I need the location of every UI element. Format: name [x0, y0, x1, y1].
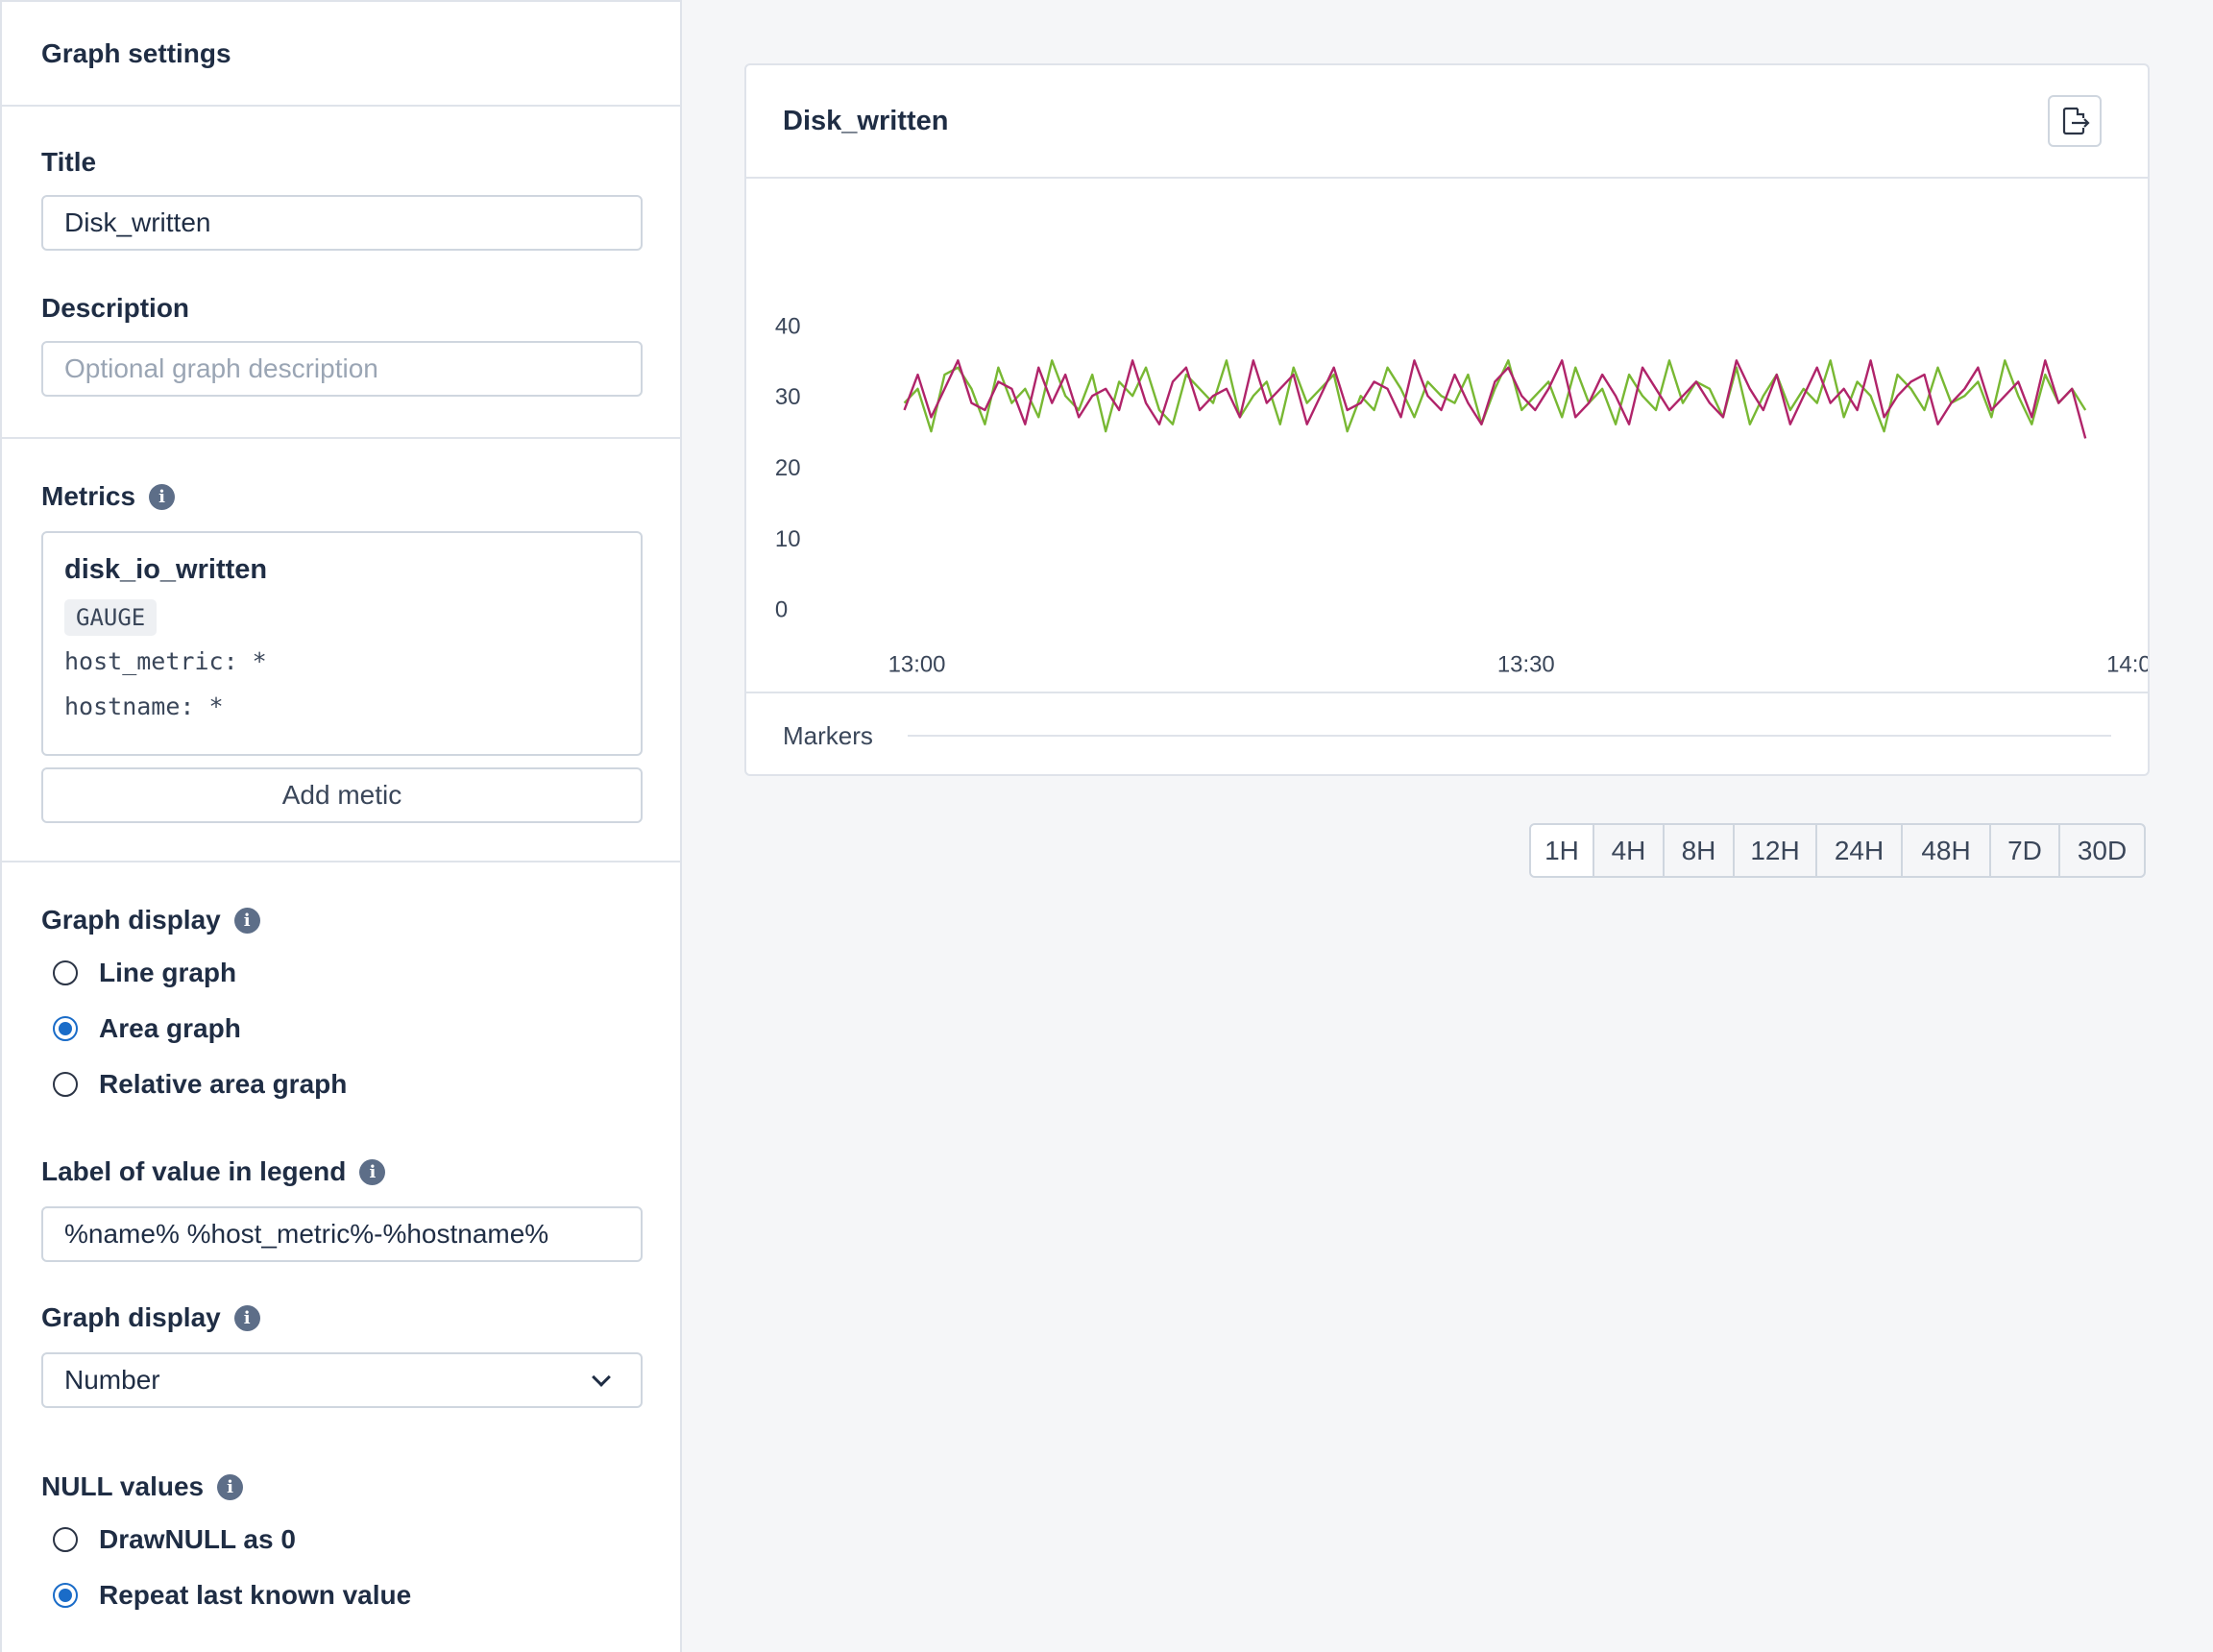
radio-button[interactable] [53, 960, 78, 985]
chevron-down-icon [592, 1368, 611, 1387]
radio-label: DrawNULL as 0 [99, 1524, 296, 1554]
y-tick-label: 0 [775, 597, 788, 623]
description-input[interactable]: Optional graph description [41, 341, 643, 397]
metrics-label-text: Metrics [41, 481, 136, 511]
range-button-24h[interactable]: 24H [1815, 825, 1901, 876]
y-tick-label: 10 [775, 526, 801, 552]
title-label: Title [41, 147, 97, 177]
legend-input[interactable]: %name% %host_metric%-%hostname% [41, 1206, 643, 1262]
radio-label: Repeat last known value [99, 1580, 412, 1610]
metric-tag: hostname: * [64, 692, 224, 720]
radio-draw-null-as-zero[interactable]: DrawNULL as 0 [41, 1512, 641, 1567]
radio-button[interactable] [53, 1527, 78, 1552]
radio-line-graph[interactable]: Line graph [41, 945, 641, 1001]
graph-display-2-label-text: Graph display [41, 1302, 221, 1332]
range-button-30d[interactable]: 30D [2058, 825, 2144, 876]
export-icon [2062, 107, 2090, 135]
metrics-label: Metrics i [41, 481, 641, 512]
select-value: Number [64, 1365, 160, 1395]
description-label: Description [41, 293, 190, 323]
radio-label: Area graph [99, 1013, 241, 1043]
graph-display-select[interactable]: Number [41, 1352, 643, 1408]
title-description-section: Title Disk_written Description Optional … [2, 107, 680, 439]
series-line-0 [903, 359, 2087, 433]
graph-panel: Disk_written 40 30 20 10 0 13:00 13:30 14:00 Ma… [744, 63, 2150, 776]
markers-label: Markers [783, 720, 873, 750]
y-tick-label: 40 [775, 313, 801, 339]
radio-button-selected[interactable] [53, 1016, 78, 1041]
info-icon[interactable]: i [233, 907, 260, 934]
range-button-48h[interactable]: 48H [1901, 825, 1989, 876]
radio-button-selected[interactable] [53, 1583, 78, 1608]
metric-type-badge: GAUGE [64, 599, 158, 636]
info-icon[interactable]: i [359, 1158, 386, 1185]
y-tick-label: 30 [775, 384, 801, 410]
metrics-section: Metrics i disk_io_written GAUGE host_met… [2, 439, 680, 862]
metric-card[interactable]: disk_io_written GAUGE host_metric: * hos… [41, 531, 643, 756]
x-tick-label: 13:30 [1497, 651, 1555, 677]
info-icon[interactable]: i [149, 483, 176, 510]
markers-track [907, 735, 2111, 737]
null-values-label-text: NULL values [41, 1471, 205, 1501]
radio-relative-area-graph[interactable]: Relative area graph [41, 1057, 641, 1112]
legend-label-text: Label of value in legend [41, 1156, 347, 1186]
range-button-1h[interactable]: 1H [1531, 825, 1593, 876]
legend-label: Label of value in legend i [41, 1156, 641, 1187]
time-range-selector: 1H 4H 8H 12H 24H 48H 7D 30D [1529, 823, 2146, 878]
graph-settings-sidebar: Graph settings Title Disk_written Descri… [0, 0, 682, 1652]
range-button-12h[interactable]: 12H [1733, 825, 1815, 876]
export-button[interactable] [2048, 95, 2102, 147]
markers-row: Markers [746, 692, 2148, 778]
panel-title: Disk_written [783, 105, 949, 136]
radio-label: Line graph [99, 958, 237, 987]
y-tick-label: 20 [775, 455, 801, 481]
display-section: Graph display i Line graph Area graph Re… [2, 862, 680, 1623]
series-line-1 [903, 359, 2087, 439]
metric-name: disk_io_written [64, 554, 268, 585]
title-input[interactable]: Disk_written [41, 195, 643, 251]
info-icon[interactable]: i [233, 1304, 260, 1331]
radio-button[interactable] [53, 1072, 78, 1097]
range-button-7d[interactable]: 7D [1989, 825, 2058, 876]
radio-repeat-last-known-value[interactable]: Repeat last known value [41, 1567, 641, 1623]
graph-display-2-label: Graph display i [41, 1302, 641, 1333]
radio-area-graph[interactable]: Area graph [41, 1001, 641, 1057]
null-values-label: NULL values i [41, 1471, 641, 1502]
line-chart[interactable]: 40 30 20 10 0 13:00 13:30 14:00 [746, 181, 2148, 755]
x-tick-label: 14:00 [2106, 651, 2148, 677]
sidebar-header: Graph settings [2, 2, 680, 107]
range-button-4h[interactable]: 4H [1593, 825, 1663, 876]
graph-display-label-text: Graph display [41, 905, 221, 935]
add-metric-button[interactable]: Add metic [41, 767, 643, 823]
range-button-8h[interactable]: 8H [1663, 825, 1733, 876]
radio-label: Relative area graph [99, 1069, 348, 1099]
metric-tag: host_metric: * [64, 647, 267, 675]
graph-display-label: Graph display i [41, 905, 641, 935]
x-tick-label: 13:00 [888, 651, 946, 677]
panel-header: Disk_written [746, 65, 2148, 179]
sidebar-title: Graph settings [41, 37, 231, 68]
info-icon[interactable]: i [217, 1473, 244, 1500]
